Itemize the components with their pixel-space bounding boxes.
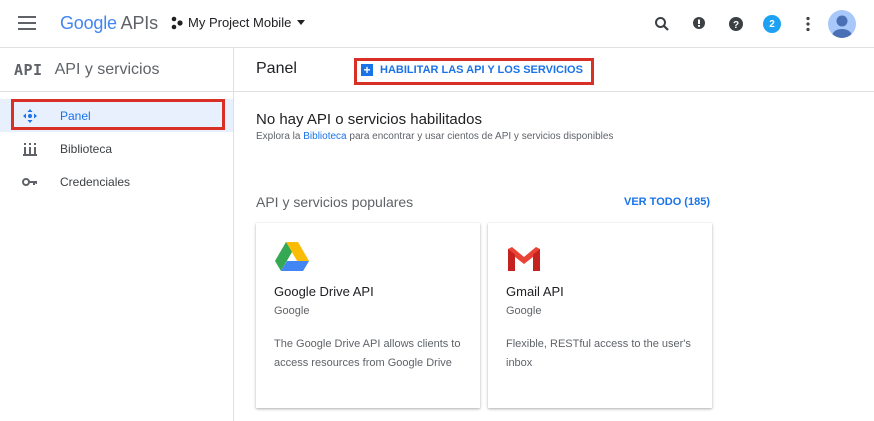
project-selector[interactable]: My Project Mobile: [170, 15, 306, 30]
api-logo-icon: API: [14, 60, 43, 79]
empty-sub-text-after: para encontrar y usar cientos de API y s…: [346, 131, 614, 142]
enable-apis-button[interactable]: + HABILITAR LAS API Y LOS SERVICIOS: [361, 61, 583, 79]
project-name: My Project Mobile: [188, 15, 292, 30]
sidebar: API API y servicios Panel Biblioteca Cre…: [0, 48, 234, 421]
feedback-icon[interactable]: [687, 12, 711, 36]
api-card-description: Flexible, RESTful access to the user's i…: [506, 338, 691, 369]
main-header: Panel + HABILITAR LAS API Y LOS SERVICIO…: [234, 48, 874, 92]
logo-google-text: Google: [60, 13, 117, 33]
avatar[interactable]: [828, 10, 856, 38]
sidebar-item-panel[interactable]: Panel: [0, 99, 233, 132]
library-icon: [22, 141, 38, 157]
empty-state-subtitle: Explora la Biblioteca para encontrar y u…: [256, 131, 613, 142]
sidebar-item-label: Panel: [60, 108, 91, 123]
google-apis-logo[interactable]: Google APIs: [60, 13, 158, 34]
help-icon[interactable]: ?: [724, 12, 748, 36]
enable-apis-label: HABILITAR LAS API Y LOS SERVICIOS: [380, 64, 583, 76]
project-icon: [171, 16, 183, 29]
page-title: Panel: [256, 60, 297, 77]
sidebar-title: API y servicios: [54, 60, 160, 78]
gmail-icon: [506, 241, 542, 273]
api-card-name: Gmail API: [506, 284, 564, 299]
api-card-publisher: Google: [274, 305, 310, 317]
more-options-icon[interactable]: [796, 12, 820, 36]
svg-text:?: ?: [733, 20, 739, 31]
sidebar-item-label: Credenciales: [60, 174, 131, 189]
logo-apis-text: APIs: [120, 13, 158, 33]
top-bar: Google APIs My Project Mobile ? 2: [0, 0, 874, 48]
empty-state-title: No hay API o servicios habilitados: [256, 111, 482, 128]
library-link[interactable]: Biblioteca: [303, 131, 346, 142]
menu-icon[interactable]: [18, 16, 36, 30]
see-all-link[interactable]: VER TODO (185): [624, 196, 710, 208]
notification-count: 2: [763, 15, 781, 33]
sidebar-item-biblioteca[interactable]: Biblioteca: [0, 132, 233, 165]
empty-sub-text-before: Explora la: [256, 131, 304, 142]
api-card-description: The Google Drive API allows clients to a…: [274, 338, 461, 369]
plus-icon: +: [361, 64, 373, 76]
sidebar-header: API API y servicios: [0, 48, 233, 92]
google-drive-icon: [274, 241, 310, 273]
sidebar-item-credenciales[interactable]: Credenciales: [0, 165, 233, 198]
api-card-gmail[interactable]: Gmail API Google Flexible, RESTful acces…: [488, 223, 712, 408]
key-icon: [22, 174, 38, 190]
dashboard-icon: [22, 108, 38, 124]
notifications-badge[interactable]: 2: [760, 12, 784, 36]
chevron-down-icon: [297, 20, 306, 25]
sidebar-item-label: Biblioteca: [60, 141, 113, 156]
popular-section-title: API y servicios populares: [256, 194, 414, 210]
api-card-google-drive[interactable]: Google Drive API Google The Google Drive…: [256, 223, 480, 408]
api-card-publisher: Google: [506, 305, 542, 317]
api-card-name: Google Drive API: [274, 284, 374, 299]
search-icon[interactable]: [650, 12, 674, 36]
